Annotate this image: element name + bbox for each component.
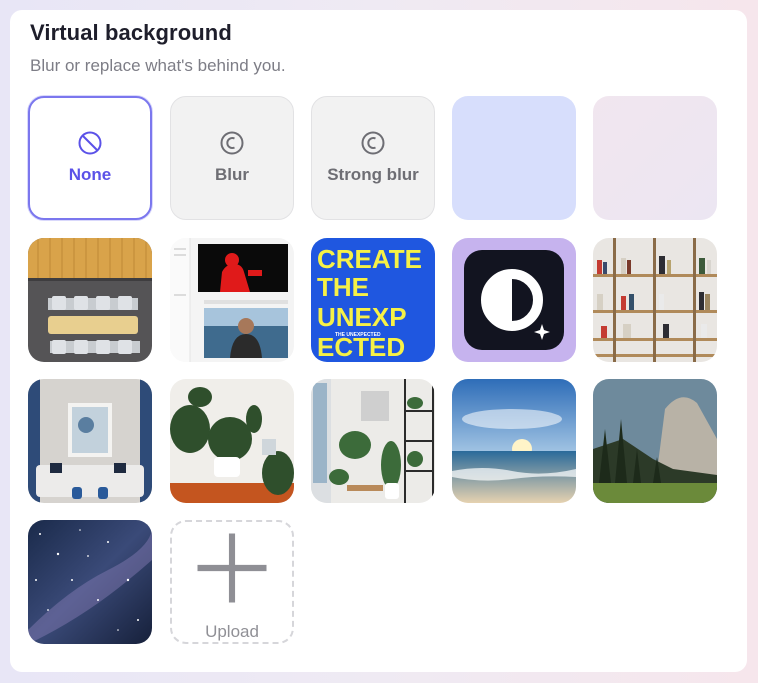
poster-tagline: THE UNEXPECTED (335, 332, 381, 338)
background-mountain-forest[interactable] (593, 379, 717, 503)
upload-button[interactable]: Upload (170, 520, 294, 644)
background-create-the-unexpected-poster[interactable]: CREATE THE UNEXP ECTED THE UNEXPECTED (311, 238, 435, 362)
background-starry-sky[interactable] (28, 520, 152, 644)
option-label: None (68, 165, 112, 184)
starry-sky-image (28, 520, 152, 644)
plus-icon (197, 533, 267, 603)
background-pink-swatch[interactable] (593, 96, 717, 220)
office-meeting-room-image (28, 238, 152, 362)
background-video-call-screenshot[interactable] (170, 238, 294, 362)
background-shelf-room[interactable] (311, 379, 435, 503)
no-symbol-icon (78, 131, 102, 155)
create-the-unexpected-poster-image: CREATE THE UNEXP ECTED THE UNEXPECTED (311, 238, 435, 362)
mountain-forest-image (593, 379, 717, 503)
background-lavender-swatch[interactable] (452, 96, 576, 220)
panel-subtitle: Blur or replace what's behind you. (30, 56, 286, 75)
plant-room-image (170, 379, 294, 503)
background-office-meeting-room[interactable] (28, 238, 152, 362)
video-call-screenshot-image (170, 238, 294, 362)
app-logo-image (452, 238, 576, 362)
virtual-background-panel: Virtual background Blur or replace what'… (10, 10, 747, 672)
background-plant-room[interactable] (170, 379, 294, 503)
poster-line: UNEXP (317, 302, 407, 332)
background-bookshelf-wall[interactable] (593, 238, 717, 362)
poster-line: CREATE (317, 244, 422, 274)
background-beach-sunset[interactable] (452, 379, 576, 503)
strong-blur-icon (361, 131, 385, 155)
option-strong-blur[interactable]: Strong blur (311, 96, 435, 220)
option-label: Strong blur (327, 165, 419, 184)
shelf-room-image (311, 379, 435, 503)
option-blur[interactable]: Blur (170, 96, 294, 220)
blur-icon (220, 131, 244, 155)
background-living-room[interactable] (28, 379, 152, 503)
panel-title: Virtual background (30, 20, 232, 45)
poster-line: THE (317, 272, 369, 302)
living-room-image (28, 379, 152, 503)
bookshelf-wall-image (593, 238, 717, 362)
option-none[interactable]: None (28, 96, 152, 220)
beach-sunset-image (452, 379, 576, 503)
upload-label: Upload (205, 622, 259, 641)
option-label: Blur (215, 165, 249, 184)
background-app-logo[interactable] (452, 238, 576, 362)
